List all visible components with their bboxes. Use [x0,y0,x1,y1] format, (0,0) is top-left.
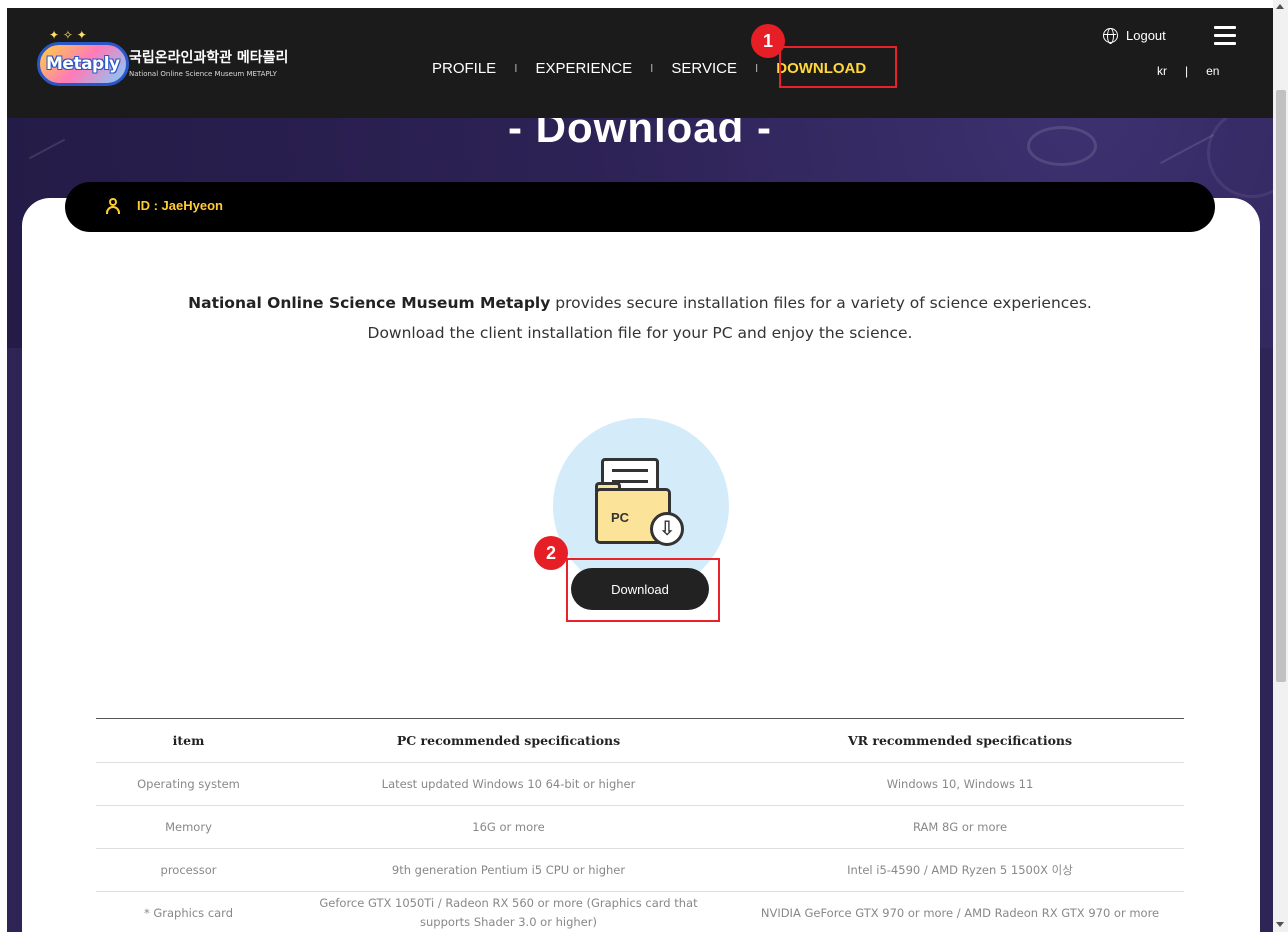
intro-text: National Online Science Museum Metaply p… [7,288,1273,348]
pc-label: PC [611,510,630,525]
table-row: Memory 16G or more RAM 8G or more [96,805,1184,849]
column-header-item: item [96,718,281,763]
table-cell: processor [96,848,281,892]
nav-item-service[interactable]: SERVICE [671,60,737,77]
vertical-scrollbar[interactable] [1273,0,1288,932]
table-header-row: item PC recommended specifications VR re… [96,718,1184,763]
table-cell: 9th generation Pentium i5 CPU or higher [281,848,736,892]
column-header-pc: PC recommended specifications [281,718,736,763]
metaply-logo-badge: Metaply [37,42,129,86]
logout-label: Logout [1126,28,1166,43]
user-icon [105,198,121,214]
specs-table: item PC recommended specifications VR re… [96,718,1184,932]
table-row: Operating system Latest updated Windows … [96,762,1184,806]
globe-icon [1103,28,1118,44]
table-cell: RAM 8G or more [736,805,1184,849]
table-cell: Intel i5-4590 / AMD Ryzen 5 1500X 이상 [736,848,1184,892]
language-switcher: kr | en [1157,64,1219,78]
nav-item-experience[interactable]: EXPERIENCE [535,60,632,77]
site-logo[interactable]: ✦ ✧ ✦ Metaply 국립온라인과학관 메타플리 National Onl… [37,28,337,92]
user-id-label: ID : JaeHyeon [137,198,223,213]
nav-separator: I [514,61,518,75]
nav-separator: I [650,61,654,75]
table-cell: Geforce GTX 1050Ti / Radeon RX 560 or mo… [281,891,736,932]
nav-separator: I [754,61,759,75]
step-badge-2: 2 [534,536,568,570]
user-id-bar: ID : JaeHyeon [65,182,1215,232]
highlight-box-download-nav [779,46,897,88]
logo-korean-name: 국립온라인과학관 메타플리 [129,50,289,66]
step-badge-1: 1 [751,24,785,58]
intro-line1: provides secure installation files for a… [550,294,1092,312]
scroll-up-arrow-icon[interactable] [1276,4,1284,9]
column-header-vr: VR recommended specifications [736,718,1184,763]
table-row: processor 9th generation Pentium i5 CPU … [96,848,1184,892]
star-sparkle-icon: ✦ ✧ ✦ [49,28,87,42]
table-cell: Memory [96,805,281,849]
logout-button[interactable]: Logout [1103,28,1166,44]
page-viewport: - Download - ID : JaeHyeon National Onli… [7,8,1273,932]
highlight-box-download-button [566,558,720,622]
lang-separator: | [1185,64,1189,78]
table-cell: NVIDIA GeForce GTX 970 or more / AMD Rad… [736,891,1184,932]
intro-line2: Download the client installation file fo… [367,324,913,342]
table-cell: 16G or more [281,805,736,849]
table-cell: Operating system [96,762,281,806]
intro-brand: National Online Science Museum Metaply [188,294,551,312]
lang-en[interactable]: en [1206,64,1219,78]
browser-frame: - Download - ID : JaeHyeon National Onli… [0,0,1288,932]
table-row: * Graphics card Geforce GTX 1050Ti / Rad… [96,891,1184,932]
download-arrow-icon: ⇩ [650,512,684,546]
top-navigation-bar: ✦ ✧ ✦ Metaply 국립온라인과학관 메타플리 National Onl… [7,8,1273,118]
scrollbar-thumb[interactable] [1276,90,1286,682]
table-cell: Latest updated Windows 10 64-bit or high… [281,762,736,806]
logo-english-name: National Online Science Museum METAPLY [129,70,277,78]
nav-item-profile[interactable]: PROFILE [432,60,496,77]
lang-kr[interactable]: kr [1157,64,1167,78]
hamburger-menu-icon[interactable] [1214,26,1236,45]
scroll-down-arrow-icon[interactable] [1276,922,1284,927]
table-cell: * Graphics card [96,891,281,932]
table-cell: Windows 10, Windows 11 [736,762,1184,806]
